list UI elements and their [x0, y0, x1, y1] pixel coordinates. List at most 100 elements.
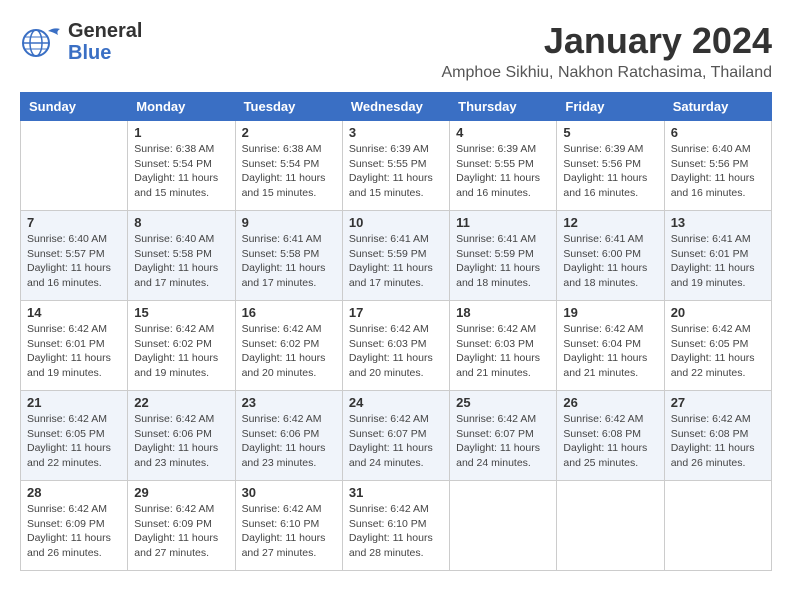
day-number: 15 — [134, 305, 228, 320]
day-cell: 18 Sunrise: 6:42 AMSunset: 6:03 PMDayligh… — [450, 301, 557, 391]
logo-icon — [20, 23, 64, 61]
day-cell: 25Sunrise: 6:42 AMSunset: 6:07 PMDayligh… — [450, 391, 557, 481]
week-row-1: 7 Sunrise: 6:40 AMSunset: 5:57 PMDaylight… — [21, 211, 772, 301]
location-title: Amphoe Sikhiu, Nakhon Ratchasima, Thaila… — [441, 64, 772, 82]
day-cell: 7 Sunrise: 6:40 AMSunset: 5:57 PMDaylight… — [21, 211, 128, 301]
day-number: 13 — [671, 215, 765, 230]
day-cell: 10 Sunrise: 6:41 AMSunset: 5:59 PMDayligh… — [342, 211, 449, 301]
day-cell: 22 Sunrise: 6:42 AMSunset: 6:06 PMDayligh… — [128, 391, 235, 481]
day-cell: 2 Sunrise: 6:38 AMSunset: 5:54 PMDaylight… — [235, 121, 342, 211]
day-cell: 15 Sunrise: 6:42 AMSunset: 6:02 PMDayligh… — [128, 301, 235, 391]
title-block: January 2024 Amphoe Sikhiu, Nakhon Ratch… — [441, 20, 772, 82]
day-cell: 11 Sunrise: 6:41 AMSunset: 5:59 PMDayligh… — [450, 211, 557, 301]
weekday-header-tuesday: Tuesday — [235, 93, 342, 121]
day-number: 29 — [134, 485, 228, 500]
day-info: Sunrise: 6:42 AMSunset: 6:02 PMDaylight:… — [242, 322, 336, 381]
day-cell: 31 Sunrise: 6:42 AMSunset: 6:10 PMDayligh… — [342, 481, 449, 571]
day-cell: 21Sunrise: 6:42 AMSunset: 6:05 PMDayligh… — [21, 391, 128, 481]
day-cell — [21, 121, 128, 211]
day-number: 4 — [456, 125, 550, 140]
day-cell: 5 Sunrise: 6:39 AMSunset: 5:56 PMDaylight… — [557, 121, 664, 211]
day-info: Sunrise: 6:38 AMSunset: 5:54 PMDaylight:… — [134, 142, 228, 201]
day-cell: 19 Sunrise: 6:42 AMSunset: 6:04 PMDayligh… — [557, 301, 664, 391]
page-header: General Blue January 2024 Amphoe Sikhiu,… — [20, 20, 772, 82]
day-cell: 28 Sunrise: 6:42 AMSunset: 6:09 PMDayligh… — [21, 481, 128, 571]
logo-general: General — [68, 20, 142, 42]
day-number: 31 — [349, 485, 443, 500]
day-cell: 8 Sunrise: 6:40 AMSunset: 5:58 PMDaylight… — [128, 211, 235, 301]
day-cell: 16 Sunrise: 6:42 AMSunset: 6:02 PMDayligh… — [235, 301, 342, 391]
day-info: Sunrise: 6:42 AMSunset: 6:07 PMDaylight:… — [456, 412, 550, 471]
day-info: Sunrise: 6:40 AMSunset: 5:58 PMDaylight:… — [134, 232, 228, 291]
week-row-3: 21Sunrise: 6:42 AMSunset: 6:05 PMDayligh… — [21, 391, 772, 481]
day-number: 10 — [349, 215, 443, 230]
day-number: 9 — [242, 215, 336, 230]
weekday-header-row: SundayMondayTuesdayWednesdayThursdayFrid… — [21, 93, 772, 121]
day-info: Sunrise: 6:42 AMSunset: 6:03 PMDaylight:… — [456, 322, 550, 381]
day-info: Sunrise: 6:41 AMSunset: 6:00 PMDaylight:… — [563, 232, 657, 291]
day-number: 3 — [349, 125, 443, 140]
day-cell — [557, 481, 664, 571]
day-number: 11 — [456, 215, 550, 230]
day-info: Sunrise: 6:42 AMSunset: 6:10 PMDaylight:… — [242, 502, 336, 561]
day-cell — [450, 481, 557, 571]
day-info: Sunrise: 6:42 AMSunset: 6:09 PMDaylight:… — [27, 502, 121, 561]
calendar-table: SundayMondayTuesdayWednesdayThursdayFrid… — [20, 92, 772, 571]
day-number: 12 — [563, 215, 657, 230]
day-cell: 6 Sunrise: 6:40 AMSunset: 5:56 PMDaylight… — [664, 121, 771, 211]
day-number: 16 — [242, 305, 336, 320]
weekday-header-monday: Monday — [128, 93, 235, 121]
day-cell: 4 Sunrise: 6:39 AMSunset: 5:55 PMDaylight… — [450, 121, 557, 211]
day-number: 5 — [563, 125, 657, 140]
day-number: 26 — [563, 395, 657, 410]
day-info: Sunrise: 6:39 AMSunset: 5:55 PMDaylight:… — [456, 142, 550, 201]
day-info: Sunrise: 6:41 AMSunset: 5:58 PMDaylight:… — [242, 232, 336, 291]
day-cell: 13 Sunrise: 6:41 AMSunset: 6:01 PMDayligh… — [664, 211, 771, 301]
day-info: Sunrise: 6:42 AMSunset: 6:03 PMDaylight:… — [349, 322, 443, 381]
day-info: Sunrise: 6:42 AMSunset: 6:08 PMDaylight:… — [563, 412, 657, 471]
day-info: Sunrise: 6:38 AMSunset: 5:54 PMDaylight:… — [242, 142, 336, 201]
day-cell: 3 Sunrise: 6:39 AMSunset: 5:55 PMDaylight… — [342, 121, 449, 211]
day-info: Sunrise: 6:42 AMSunset: 6:04 PMDaylight:… — [563, 322, 657, 381]
day-info: Sunrise: 6:40 AMSunset: 5:56 PMDaylight:… — [671, 142, 765, 201]
day-info: Sunrise: 6:39 AMSunset: 5:56 PMDaylight:… — [563, 142, 657, 201]
day-number: 2 — [242, 125, 336, 140]
day-info: Sunrise: 6:40 AMSunset: 5:57 PMDaylight:… — [27, 232, 121, 291]
day-number: 28 — [27, 485, 121, 500]
day-info: Sunrise: 6:41 AMSunset: 5:59 PMDaylight:… — [349, 232, 443, 291]
day-number: 22 — [134, 395, 228, 410]
weekday-header-sunday: Sunday — [21, 93, 128, 121]
day-info: Sunrise: 6:42 AMSunset: 6:06 PMDaylight:… — [134, 412, 228, 471]
day-cell: 29Sunrise: 6:42 AMSunset: 6:09 PMDayligh… — [128, 481, 235, 571]
day-cell: 23 Sunrise: 6:42 AMSunset: 6:06 PMDayligh… — [235, 391, 342, 481]
day-number: 8 — [134, 215, 228, 230]
day-number: 7 — [27, 215, 121, 230]
day-info: Sunrise: 6:41 AMSunset: 5:59 PMDaylight:… — [456, 232, 550, 291]
day-number: 24 — [349, 395, 443, 410]
day-info: Sunrise: 6:42 AMSunset: 6:02 PMDaylight:… — [134, 322, 228, 381]
day-number: 21 — [27, 395, 121, 410]
weekday-header-friday: Friday — [557, 93, 664, 121]
day-info: Sunrise: 6:41 AMSunset: 6:01 PMDaylight:… — [671, 232, 765, 291]
day-number: 27 — [671, 395, 765, 410]
weekday-header-saturday: Saturday — [664, 93, 771, 121]
day-cell: 9 Sunrise: 6:41 AMSunset: 5:58 PMDaylight… — [235, 211, 342, 301]
day-info: Sunrise: 6:42 AMSunset: 6:10 PMDaylight:… — [349, 502, 443, 561]
day-number: 18 — [456, 305, 550, 320]
day-info: Sunrise: 6:42 AMSunset: 6:06 PMDaylight:… — [242, 412, 336, 471]
day-info: Sunrise: 6:39 AMSunset: 5:55 PMDaylight:… — [349, 142, 443, 201]
day-number: 23 — [242, 395, 336, 410]
day-number: 19 — [563, 305, 657, 320]
day-number: 6 — [671, 125, 765, 140]
month-title: January 2024 — [441, 20, 772, 62]
week-row-4: 28 Sunrise: 6:42 AMSunset: 6:09 PMDayligh… — [21, 481, 772, 571]
day-info: Sunrise: 6:42 AMSunset: 6:08 PMDaylight:… — [671, 412, 765, 471]
day-cell: 14Sunrise: 6:42 AMSunset: 6:01 PMDayligh… — [21, 301, 128, 391]
day-cell: 26 Sunrise: 6:42 AMSunset: 6:08 PMDayligh… — [557, 391, 664, 481]
day-info: Sunrise: 6:42 AMSunset: 6:07 PMDaylight:… — [349, 412, 443, 471]
day-cell: 1Sunrise: 6:38 AMSunset: 5:54 PMDaylight… — [128, 121, 235, 211]
day-cell: 30Sunrise: 6:42 AMSunset: 6:10 PMDayligh… — [235, 481, 342, 571]
logo-blue: Blue — [68, 42, 142, 64]
day-cell: 24 Sunrise: 6:42 AMSunset: 6:07 PMDayligh… — [342, 391, 449, 481]
day-number: 14 — [27, 305, 121, 320]
